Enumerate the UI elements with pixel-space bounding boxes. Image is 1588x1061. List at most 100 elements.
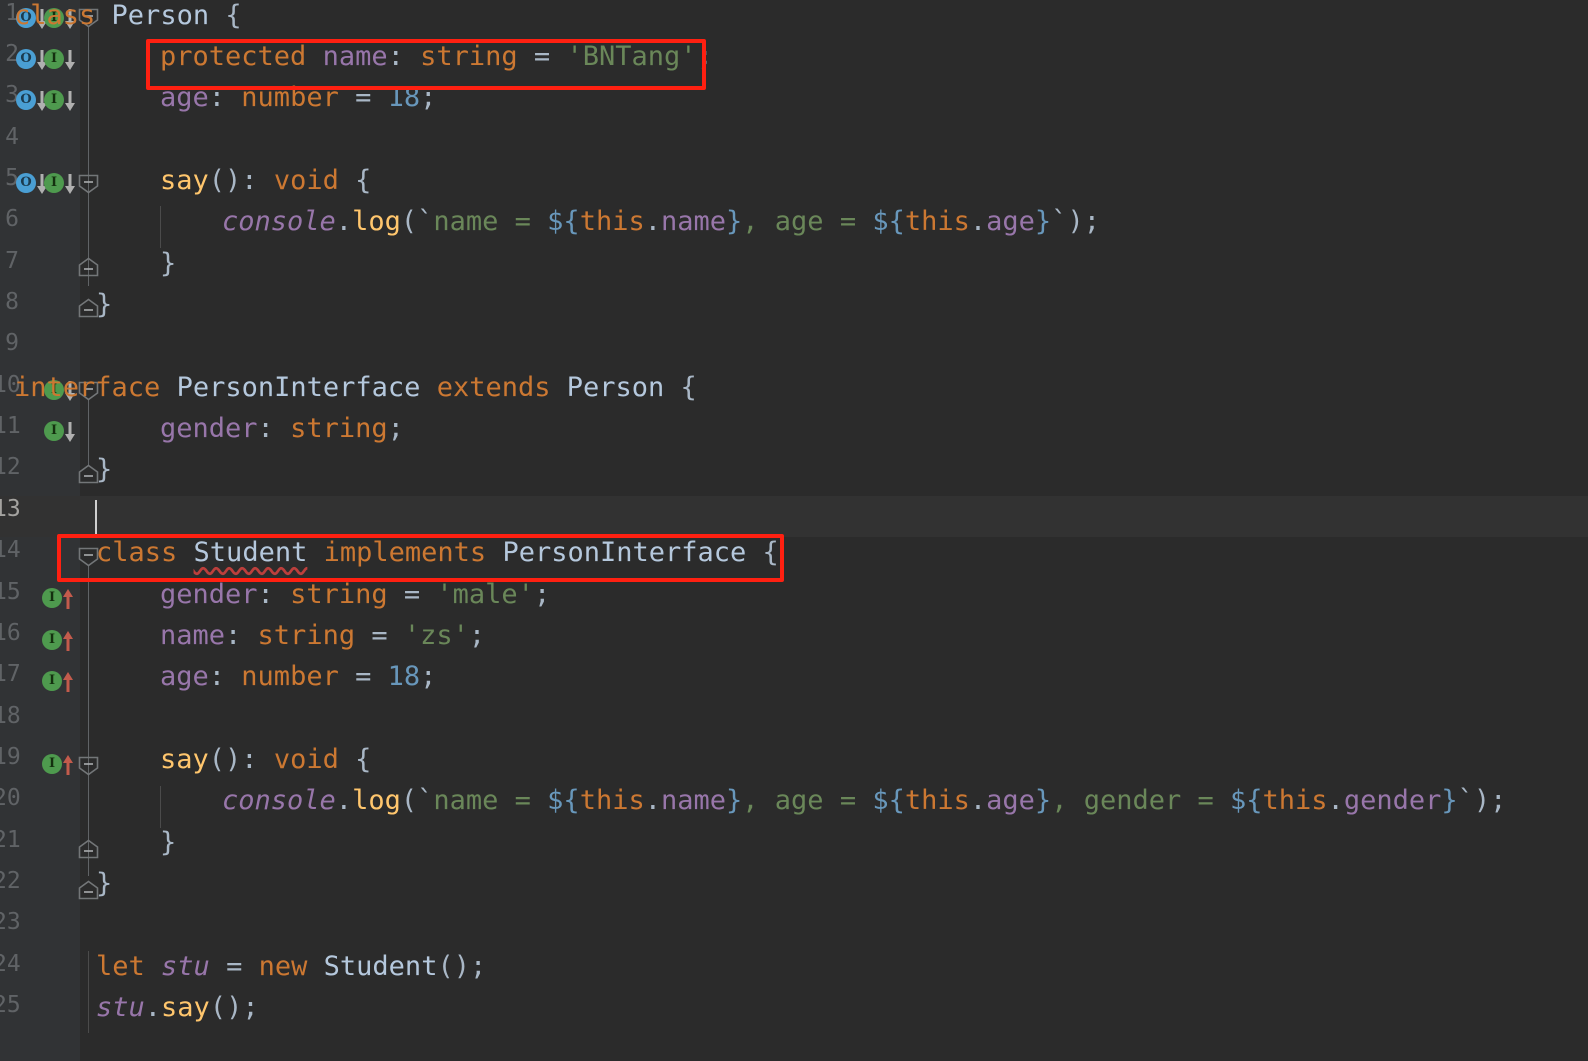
closing-brace: } bbox=[96, 454, 113, 485]
method-log: log bbox=[352, 785, 401, 816]
template-text: name = bbox=[433, 785, 548, 816]
line-number: 25 bbox=[0, 992, 21, 1018]
type-string: string bbox=[290, 579, 388, 610]
type-string: string bbox=[290, 413, 388, 444]
brace: { bbox=[664, 372, 697, 403]
code-line-3[interactable]: age: number = 18; bbox=[160, 82, 436, 113]
close-paren: ); bbox=[1473, 785, 1507, 816]
closing-brace: } bbox=[160, 248, 177, 279]
dot: . bbox=[335, 206, 353, 237]
interface-personinterface: PersonInterface bbox=[502, 537, 747, 568]
equals: = bbox=[355, 620, 404, 651]
fold-expand-end-icon[interactable] bbox=[78, 839, 99, 859]
overridden-icon-badge: O bbox=[16, 90, 36, 110]
line-number: 7 bbox=[5, 248, 19, 274]
code-line-7[interactable]: } bbox=[160, 248, 176, 279]
property-name: name bbox=[660, 206, 727, 237]
type-number: number bbox=[241, 661, 339, 692]
line-number: 17 bbox=[0, 661, 21, 687]
method-say: say bbox=[161, 992, 210, 1023]
template-expr-close: } bbox=[726, 206, 743, 237]
overridden-icon[interactable]: O bbox=[16, 173, 47, 195]
implemented-icon[interactable]: I bbox=[44, 173, 75, 195]
type-string: string bbox=[257, 620, 356, 651]
code-line-17[interactable]: age: number = 18; bbox=[160, 661, 436, 692]
implementing-icon[interactable]: I bbox=[42, 630, 73, 652]
keyword-this: this bbox=[904, 206, 970, 237]
number-literal: 18 bbox=[387, 82, 421, 113]
implemented-icon[interactable]: I bbox=[44, 421, 75, 443]
line-number: 12 bbox=[0, 454, 21, 480]
class-name-student: Student bbox=[323, 951, 438, 982]
code-line-19[interactable]: say(): void { bbox=[160, 744, 371, 775]
code-line-10[interactable]: interface PersonInterface extends Person… bbox=[14, 372, 697, 403]
template-expr-open: ${ bbox=[872, 785, 905, 816]
line-number: 16 bbox=[0, 620, 21, 646]
code-line-6[interactable]: console.log(`name = ${this.name}, age = … bbox=[222, 206, 1100, 237]
keyword-this: this bbox=[579, 206, 645, 237]
line-number: 21 bbox=[0, 827, 21, 853]
overridden-icon[interactable]: O bbox=[16, 49, 47, 71]
keyword-this: this bbox=[579, 785, 645, 816]
code-line-22[interactable]: } bbox=[96, 868, 112, 899]
code-line-12[interactable]: } bbox=[96, 454, 112, 485]
code-line-25[interactable]: stu.say(); bbox=[96, 992, 259, 1023]
dot: . bbox=[1327, 785, 1344, 816]
template-expr-open: ${ bbox=[547, 785, 580, 816]
dot: . bbox=[144, 992, 162, 1023]
fold-collapse-icon[interactable] bbox=[78, 756, 99, 776]
open-paren: ( bbox=[400, 206, 418, 237]
closing-brace: } bbox=[160, 827, 177, 858]
property-age: age bbox=[986, 206, 1035, 237]
equals: = bbox=[517, 41, 567, 72]
code-line-14[interactable]: class Student implements PersonInterface… bbox=[96, 537, 779, 568]
implementing-icon-badge: I bbox=[42, 630, 62, 650]
parens: (): bbox=[208, 165, 274, 196]
implemented-icon[interactable]: I bbox=[44, 49, 75, 71]
fold-collapse-icon[interactable] bbox=[78, 174, 99, 194]
implemented-icon-badge: I bbox=[44, 90, 64, 110]
implementing-icon[interactable]: I bbox=[42, 588, 73, 610]
dot: . bbox=[335, 785, 353, 816]
method-say: say bbox=[160, 744, 209, 775]
code-line-5[interactable]: say(): void { bbox=[160, 165, 371, 196]
implemented-icon-badge: I bbox=[44, 421, 64, 441]
fold-expand-end-icon[interactable] bbox=[78, 257, 99, 277]
code-line-16[interactable]: name: string = 'zs'; bbox=[160, 620, 485, 651]
keyword-new: new bbox=[258, 951, 308, 982]
semicolon: ; bbox=[420, 82, 437, 113]
implementing-icon[interactable]: I bbox=[42, 754, 73, 776]
code-line-21[interactable]: } bbox=[160, 827, 176, 858]
backtick: ` bbox=[1457, 785, 1474, 816]
arrow-up-icon bbox=[63, 631, 73, 651]
code-line-20[interactable]: console.log(`name = ${this.name}, age = … bbox=[222, 785, 1506, 816]
type-string: string bbox=[420, 41, 518, 72]
code-line-8[interactable]: } bbox=[96, 289, 112, 320]
line-number: 18 bbox=[0, 703, 21, 729]
method-say: say bbox=[160, 165, 209, 196]
dot: . bbox=[969, 206, 987, 237]
code-editor[interactable]: 1 2 3 4 5 6 7 8 9 10 11 12 13 14 15 16 1… bbox=[0, 0, 1588, 1061]
template-text: , gender = bbox=[1051, 785, 1230, 816]
overridden-icon-badge: O bbox=[16, 173, 36, 193]
interface-name: PersonInterface bbox=[176, 372, 421, 403]
code-line-1[interactable]: class Person { bbox=[14, 0, 242, 31]
code-line-24[interactable]: let stu = new Student(); bbox=[96, 951, 486, 982]
arrow-up-icon bbox=[63, 755, 73, 775]
keyword-protected: protected bbox=[160, 41, 307, 72]
line-number: 20 bbox=[0, 785, 21, 811]
field-gender: gender bbox=[160, 579, 258, 610]
implementing-icon[interactable]: I bbox=[42, 671, 73, 693]
line-number: 4 bbox=[5, 124, 19, 150]
implemented-icon[interactable]: I bbox=[44, 90, 75, 112]
brace: { bbox=[338, 744, 372, 775]
backtick: ` bbox=[1051, 206, 1068, 237]
template-expr-close: } bbox=[1441, 785, 1458, 816]
equals: = bbox=[387, 579, 437, 610]
code-line-11[interactable]: gender: string; bbox=[160, 413, 404, 444]
overridden-icon[interactable]: O bbox=[16, 90, 47, 112]
semicolon: ; bbox=[387, 413, 404, 444]
code-line-15[interactable]: gender: string = 'male'; bbox=[160, 579, 550, 610]
semicolon: ; bbox=[533, 579, 551, 610]
code-line-2[interactable]: protected name: string = 'BNTang'; bbox=[160, 41, 713, 72]
